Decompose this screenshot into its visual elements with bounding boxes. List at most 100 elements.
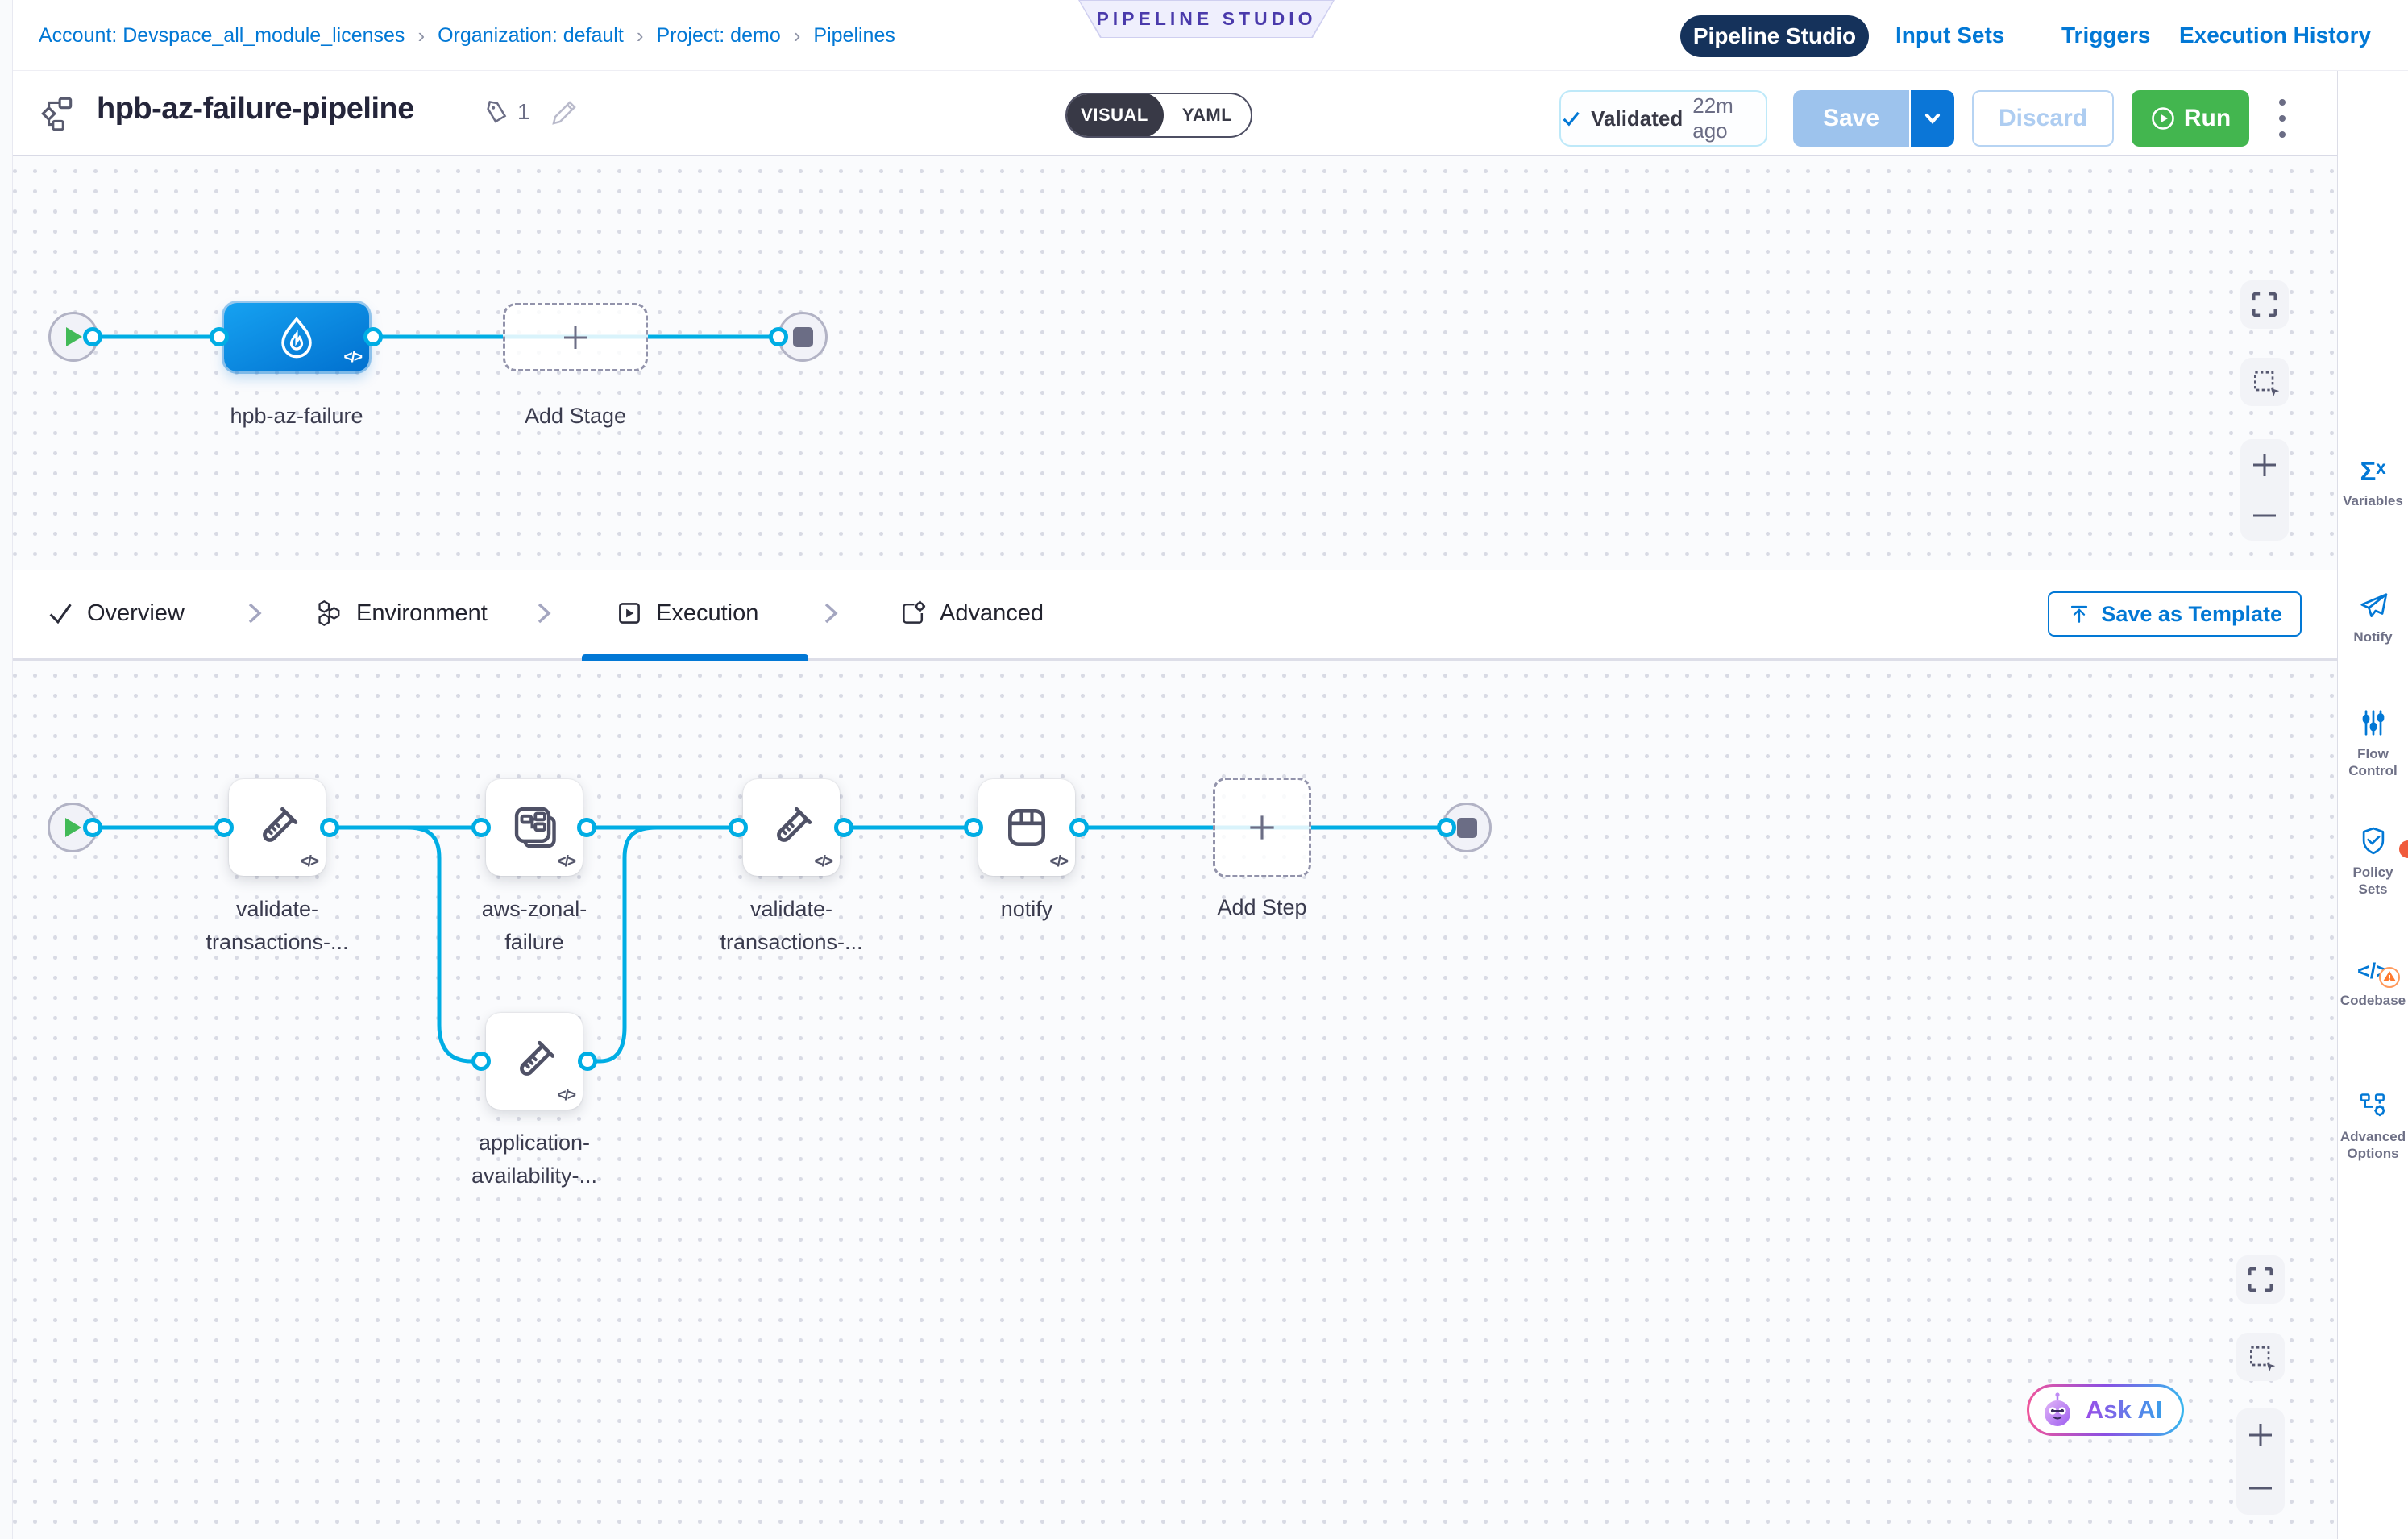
add-stage-label: Add Stage	[455, 400, 696, 433]
connector-port	[471, 1052, 491, 1071]
tab-environment-label: Environment	[356, 600, 488, 627]
connector-port	[834, 818, 853, 837]
step-node-notify[interactable]: </>	[978, 779, 1075, 876]
zoom-out-button[interactable]	[2246, 1474, 2275, 1503]
sidebar-item-label: Variables	[2343, 492, 2403, 509]
warning-badge-icon	[2377, 965, 2402, 989]
toggle-visual[interactable]: VISUAL	[1065, 93, 1164, 138]
ask-ai-button[interactable]: Ask AI	[2027, 1384, 2184, 1436]
edit-title-icon[interactable]	[550, 98, 579, 131]
add-step-button[interactable]	[1213, 778, 1311, 877]
step-node-validate-transactions-2[interactable]: </>	[743, 779, 840, 876]
nav-triggers[interactable]: Triggers	[2061, 0, 2150, 71]
step-node-aws-zonal-failure[interactable]: </>	[486, 779, 583, 876]
execution-connectors	[0, 661, 2337, 1539]
discard-button[interactable]: Discard	[1972, 90, 2114, 147]
shield-check-icon	[2358, 824, 2389, 857]
advanced-icon	[899, 599, 927, 627]
save-button[interactable]: Save	[1793, 90, 1909, 147]
save-as-template-label: Save as Template	[2101, 602, 2282, 627]
play-circle-icon	[2150, 106, 2176, 131]
execution-canvas[interactable]: </> </> </>	[0, 661, 2337, 1539]
yaml-snippet-icon[interactable]: </>	[558, 853, 575, 871]
breadcrumb-project[interactable]: Project: demo	[656, 24, 780, 48]
nav-execution-history[interactable]: Execution History	[2179, 0, 2371, 71]
breadcrumb-account[interactable]: Account: Devspace_all_module_licenses	[39, 24, 405, 48]
paper-plane-icon	[2358, 591, 2389, 621]
multi-select-button[interactable]	[2240, 358, 2289, 406]
zoom-in-button[interactable]	[2246, 1421, 2275, 1450]
sidebar-item-advanced-options[interactable]: Advanced Options	[2338, 1090, 2408, 1162]
yaml-snippet-icon[interactable]: </>	[344, 349, 361, 367]
tab-execution[interactable]: Execution	[616, 570, 758, 656]
tags-indicator[interactable]: 1	[484, 98, 530, 126]
sidebar-item-flow-control[interactable]: Flow Control	[2338, 707, 2408, 779]
breadcrumb-separator: ›	[794, 23, 801, 48]
visual-yaml-toggle[interactable]: VISUAL YAML	[1065, 93, 1252, 138]
yaml-snippet-icon[interactable]: </>	[301, 853, 318, 871]
tag-count: 1	[517, 99, 530, 125]
connector-port	[1069, 818, 1089, 837]
tab-advanced[interactable]: Advanced	[899, 570, 1044, 656]
environment-icon	[314, 599, 343, 628]
plus-icon	[1243, 809, 1281, 846]
step-label: validate- transactions-...	[156, 893, 398, 959]
connector-port	[964, 818, 983, 837]
breadcrumb-organization[interactable]: Organization: default	[438, 24, 624, 48]
fullscreen-button[interactable]	[2236, 1255, 2285, 1304]
chevron-right-icon	[246, 570, 264, 656]
nav-input-sets[interactable]: Input Sets	[1895, 0, 2004, 71]
more-options-icon[interactable]	[2266, 89, 2298, 148]
nav-pipeline-studio[interactable]: Pipeline Studio	[1680, 15, 1869, 57]
add-stage-button[interactable]	[503, 303, 648, 371]
validated-badge: Validated 22m ago	[1559, 90, 1767, 147]
fullscreen-button[interactable]	[2240, 280, 2289, 329]
multi-select-button[interactable]	[2236, 1333, 2285, 1381]
save-options-button[interactable]	[1909, 90, 1954, 147]
ai-robot-icon	[2039, 1392, 2076, 1429]
sidebar-item-label: Flow Control	[2338, 745, 2408, 779]
page-title: hpb-az-failure-pipeline	[97, 92, 414, 127]
validated-time: 22m ago	[1692, 93, 1766, 143]
connector-port	[83, 327, 102, 346]
upload-icon	[2067, 602, 2091, 626]
sidebar-item-variables[interactable]: Σˣ Variables	[2338, 458, 2408, 509]
connector-port	[214, 818, 234, 837]
step-node-application-availability[interactable]: </>	[486, 1013, 583, 1110]
sidebar-item-notify[interactable]: Notify	[2338, 591, 2408, 645]
save-as-template-button[interactable]: Save as Template	[2048, 591, 2302, 637]
connector-port	[320, 818, 339, 837]
chevron-right-icon	[822, 570, 840, 656]
tab-advanced-label: Advanced	[940, 600, 1044, 627]
sidebar-item-label: Notify	[2353, 628, 2392, 645]
run-button[interactable]: Run	[2132, 90, 2249, 147]
sidebar-item-codebase[interactable]: </> Codebase	[2338, 957, 2408, 1009]
zoom-controls	[2240, 439, 2289, 541]
validated-label: Validated	[1591, 106, 1683, 131]
stage-canvas[interactable]: </> hpb-az-failure Add Stage	[0, 156, 2337, 570]
connector-port	[769, 327, 788, 346]
add-step-label: Add Step	[1141, 891, 1383, 924]
toggle-yaml[interactable]: YAML	[1164, 93, 1251, 138]
stage-node-hpb-az-failure[interactable]: </>	[224, 303, 369, 371]
stage-config-tabs: Overview Environment Execution	[0, 570, 2337, 661]
sidebar-item-policy-sets[interactable]: Policy Sets	[2338, 824, 2408, 898]
zoom-out-button[interactable]	[2250, 501, 2279, 530]
tab-overview-label: Overview	[87, 600, 185, 627]
sliders-icon	[2359, 707, 2388, 738]
step-node-validate-transactions-1[interactable]: </>	[229, 779, 326, 876]
experiment-icon	[509, 803, 559, 852]
play-icon	[62, 816, 83, 839]
breadcrumb-pipelines[interactable]: Pipelines	[813, 24, 895, 48]
tab-overview[interactable]: Overview	[47, 570, 185, 656]
tag-icon	[484, 98, 511, 126]
yaml-snippet-icon[interactable]: </>	[558, 1087, 575, 1105]
pipeline-studio-app: Account: Devspace_all_module_licenses › …	[0, 0, 2408, 1539]
step-label: application- availability-...	[413, 1126, 655, 1193]
tab-environment[interactable]: Environment	[314, 570, 488, 656]
test-tube-icon	[509, 1036, 559, 1086]
save-split-button[interactable]: Save	[1793, 90, 1954, 147]
zoom-in-button[interactable]	[2250, 450, 2279, 479]
yaml-snippet-icon[interactable]: </>	[1050, 853, 1067, 871]
yaml-snippet-icon[interactable]: </>	[815, 853, 832, 871]
